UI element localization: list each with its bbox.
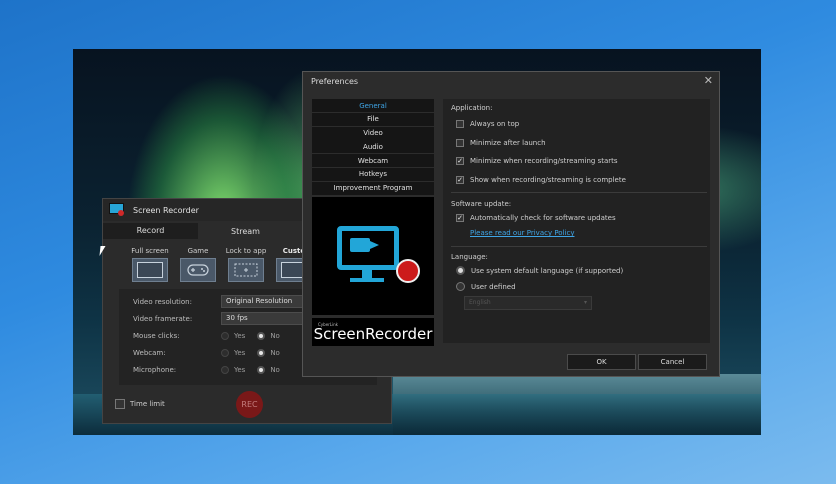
checkbox[interactable] [456, 120, 464, 128]
microphone-no[interactable]: No [257, 365, 280, 374]
radio-circle [257, 365, 266, 374]
preferences-nav: General File Video Audio Webcam Hotkeys … [312, 99, 434, 196]
checkbox-checked[interactable]: ✓ [456, 157, 464, 165]
tab-stream[interactable]: Stream [198, 223, 293, 239]
brand-wordmark: CyberLink ScreenRecorder [312, 318, 434, 346]
mouse-clicks-yes[interactable]: Yes [221, 331, 246, 340]
language-heading: Language: [451, 253, 488, 261]
radio-label: Yes [234, 365, 246, 374]
nav-item-improvement-program[interactable]: Improvement Program [312, 181, 434, 195]
language-select[interactable]: English ▾ [464, 296, 592, 310]
webcam-yes[interactable]: Yes [221, 348, 246, 357]
radio-circle [221, 331, 229, 340]
radio-circle [257, 331, 266, 340]
app-logo-icon [109, 203, 125, 217]
radio-circle [257, 348, 266, 357]
time-limit-label: Time limit [130, 400, 165, 408]
option-label: Show when recording/streaming is complet… [470, 176, 626, 184]
mode-label: Full screen [131, 247, 169, 255]
divider [451, 192, 707, 193]
radio-label: Yes [234, 331, 246, 340]
screenrecorder-logo-icon [312, 197, 434, 315]
recorder-title: Screen Recorder [133, 205, 199, 215]
option-label: Minimize after launch [470, 139, 546, 147]
lock-to-app-icon[interactable] [228, 258, 264, 282]
framerate-select[interactable]: 30 fps [221, 312, 307, 325]
option-user-defined-language[interactable]: User defined [456, 282, 516, 291]
option-label: Minimize when recording/streaming starts [470, 157, 618, 165]
option-show-when-complete[interactable]: ✓ Show when recording/streaming is compl… [456, 176, 626, 184]
microphone-label: Microphone: [133, 365, 177, 374]
preferences-dialog: Preferences ✕ General File Video Audio W… [302, 71, 720, 377]
option-always-on-top[interactable]: Always on top [456, 120, 519, 128]
option-auto-check-updates[interactable]: ✓ Automatically check for software updat… [456, 214, 616, 222]
nav-item-audio[interactable]: Audio [312, 140, 434, 154]
preferences-title: Preferences [311, 76, 359, 86]
nav-item-webcam[interactable]: Webcam [312, 154, 434, 168]
webcam-label: Webcam: [133, 348, 166, 357]
checkbox[interactable] [456, 139, 464, 147]
webcam-no[interactable]: No [257, 348, 280, 357]
divider [451, 246, 707, 247]
resolution-select[interactable]: Original Resolution [221, 295, 307, 308]
mode-label: Lock to app [225, 247, 267, 255]
mouse-clicks-label: Mouse clicks: [133, 331, 180, 340]
close-icon[interactable]: ✕ [704, 74, 713, 87]
nav-item-file[interactable]: File [312, 112, 434, 126]
rec-button[interactable]: REC [236, 391, 263, 418]
preferences-titlebar[interactable]: Preferences ✕ [303, 72, 719, 90]
option-minimize-when-recording[interactable]: ✓ Minimize when recording/streaming star… [456, 157, 618, 165]
radio-circle [221, 365, 229, 374]
checkbox-checked[interactable]: ✓ [456, 176, 464, 184]
radio-label: No [270, 365, 280, 374]
option-label: Use system default language (if supporte… [471, 266, 624, 275]
mode-label: Game [187, 247, 209, 255]
radio-circle [221, 348, 229, 357]
radio[interactable] [456, 282, 465, 291]
mode-lock-to-app[interactable]: Lock to app [225, 247, 267, 282]
software-update-heading: Software update: [451, 200, 512, 208]
chevron-down-icon: ▾ [583, 299, 587, 306]
language-select-value: English [469, 299, 491, 306]
microphone-yes[interactable]: Yes [221, 365, 246, 374]
resolution-label: Video resolution: [133, 297, 192, 306]
mode-game[interactable]: Game [179, 247, 217, 282]
gamepad-icon[interactable] [180, 258, 216, 282]
time-limit-checkbox[interactable] [115, 399, 125, 409]
option-label: Always on top [470, 120, 520, 128]
radio-label: Yes [234, 348, 246, 357]
privacy-policy-link[interactable]: Please read our Privacy Policy [470, 229, 574, 237]
option-label: Automatically check for software updates [470, 214, 616, 222]
option-label: User defined [471, 282, 516, 291]
mode-full-screen[interactable]: Full screen [131, 247, 169, 282]
tab-record[interactable]: Record [103, 223, 198, 239]
ok-button[interactable]: OK [567, 354, 636, 370]
brand-text: ScreenRecorder [313, 324, 433, 343]
nav-item-general[interactable]: General [312, 99, 434, 112]
cancel-button[interactable]: Cancel [638, 354, 707, 370]
mouse-cursor-icon [99, 246, 106, 256]
time-limit-option[interactable]: Time limit [115, 399, 165, 409]
option-system-default-language[interactable]: Use system default language (if supporte… [456, 266, 623, 275]
mouse-clicks-no[interactable]: No [257, 331, 280, 340]
full-screen-icon[interactable] [132, 258, 168, 282]
radio-selected[interactable] [456, 266, 465, 275]
nav-item-hotkeys[interactable]: Hotkeys [312, 167, 434, 181]
framerate-label: Video framerate: [133, 314, 193, 323]
checkbox-checked[interactable]: ✓ [456, 214, 464, 222]
option-minimize-after-launch[interactable]: Minimize after launch [456, 139, 546, 147]
radio-label: No [270, 348, 280, 357]
nav-item-video[interactable]: Video [312, 126, 434, 140]
application-heading: Application: [451, 104, 493, 112]
radio-label: No [270, 331, 280, 340]
general-settings-panel: Application: Always on top Minimize afte… [443, 99, 710, 343]
